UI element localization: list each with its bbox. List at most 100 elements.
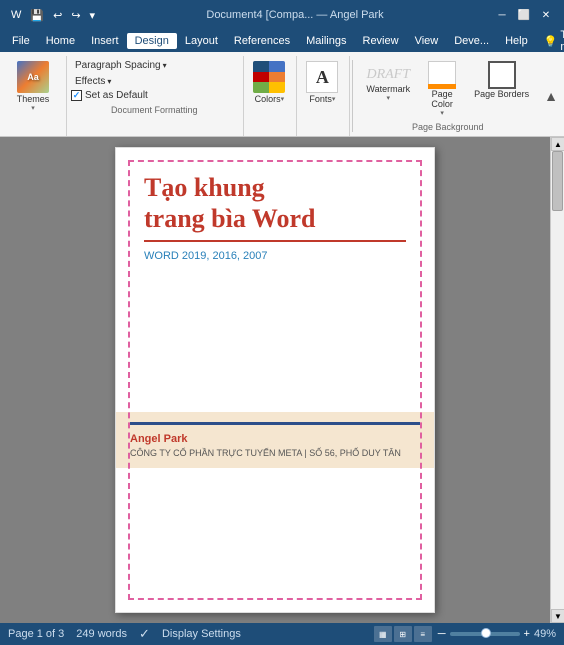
doc-formatting-group: Paragraph Spacing ▾ Effects ▾ ✓ Set as D… (67, 56, 244, 136)
layout-buttons: ▦ ⊞ ≡ (374, 626, 432, 642)
menu-mailings[interactable]: Mailings (298, 33, 354, 49)
doc-spacer (144, 312, 406, 392)
scroll-up-btn[interactable]: ▲ (551, 137, 564, 151)
paragraph-spacing-label: Paragraph Spacing ▾ (75, 60, 167, 71)
colors-arrow: ▾ (281, 95, 285, 103)
watermark-button[interactable]: DRAFT Watermark ▾ (359, 58, 417, 120)
doc-title: Tạo khung trang bìa Word (144, 172, 406, 234)
set-default-checkbox[interactable]: ✓ (71, 90, 82, 101)
save-btn[interactable]: 💾 (27, 7, 47, 24)
menu-help[interactable]: Help (497, 33, 536, 49)
menu-insert[interactable]: Insert (83, 33, 127, 49)
watermark-icon: DRAFT (366, 61, 410, 84)
fonts-group: A Fonts ▾ (297, 56, 350, 136)
page-borders-button[interactable]: Page Borders (467, 58, 536, 120)
effects-btn[interactable]: Effects ▾ (71, 74, 171, 89)
doc-title-line1: Tạo khung (144, 173, 265, 202)
word-logo: W (8, 7, 24, 23)
menu-tell-me[interactable]: 💡 Tell me (536, 27, 564, 55)
scroll-thumb[interactable] (552, 151, 563, 211)
page-color-label2: Color (431, 99, 453, 109)
fonts-button[interactable]: A Fonts ▾ (301, 58, 343, 107)
zoom-slider[interactable] (450, 632, 520, 636)
window-title: Document4 [Compa... — Angel Park (98, 9, 492, 21)
menu-developer[interactable]: Deve... (446, 33, 497, 49)
menu-layout[interactable]: Layout (177, 33, 226, 49)
footer-name: Angel Park (130, 433, 420, 445)
zoom-thumb[interactable] (481, 628, 491, 638)
restore-btn[interactable]: ⬜ (514, 5, 534, 25)
menu-home[interactable]: Home (38, 33, 83, 49)
menu-references[interactable]: References (226, 33, 298, 49)
content-area: Tạo khung trang bìa Word WORD 2019, 2016… (0, 137, 550, 623)
zoom-out-btn[interactable]: ─ (438, 628, 446, 640)
redo-btn[interactable]: ↪ (68, 7, 83, 24)
web-layout-btn[interactable]: ⊞ (394, 626, 412, 642)
word-count[interactable]: 249 words (76, 628, 127, 640)
document-page: Tạo khung trang bìa Word WORD 2019, 2016… (115, 147, 435, 613)
display-settings[interactable]: Display Settings (162, 628, 241, 640)
paragraph-spacing-text: Paragraph Spacing (75, 60, 161, 71)
spell-check-icon[interactable]: ✓ (139, 626, 150, 642)
print-layout-btn[interactable]: ▦ (374, 626, 392, 642)
status-left: Page 1 of 3 249 words ✓ Display Settings (8, 626, 241, 642)
watermark-label: Watermark (366, 84, 410, 94)
themes-button[interactable]: Aa Themes ▾ (8, 58, 58, 115)
menu-file[interactable]: File (4, 33, 38, 49)
doc-formatting-label: Document Formatting (71, 105, 237, 117)
page-borders-icon (488, 61, 516, 89)
menu-review[interactable]: Review (355, 33, 407, 49)
window-controls: ─ ⬜ ✕ (492, 5, 556, 25)
doc-content: Tạo khung trang bìa Word WORD 2019, 2016… (116, 148, 434, 412)
themes-arrow: ▾ (31, 104, 35, 112)
read-mode-btn[interactable]: ≡ (414, 626, 432, 642)
vertical-scrollbar: ▲ ▼ (550, 137, 564, 623)
ribbon-scroll-btn[interactable]: ▲ (542, 56, 560, 136)
doc-title-line2: trang bìa Word (144, 204, 315, 233)
scroll-down-btn[interactable]: ▼ (551, 609, 564, 623)
title-underline (144, 240, 406, 242)
fonts-arrow: ▾ (332, 95, 336, 103)
fonts-label-row: Fonts ▾ (309, 93, 335, 104)
watermark-arrow: ▾ (387, 94, 391, 102)
doc-subtitle: WORD 2019, 2016, 2007 (144, 250, 406, 262)
checkmark-icon: ✓ (73, 90, 81, 101)
status-bar: Page 1 of 3 249 words ✓ Display Settings… (0, 623, 564, 645)
quick-access-toolbar: W 💾 ↩ ↪ ▾ (8, 7, 98, 24)
page-borders-label: Page Borders (474, 89, 529, 99)
page-background-group: DRAFT Watermark ▾ Page Color ▾ (355, 56, 542, 136)
effects-label: Effects ▾ (75, 76, 111, 87)
colors-label-row: Colors ▾ (255, 93, 285, 104)
set-default-label: Set as Default (85, 90, 148, 101)
colors-icon (253, 61, 285, 93)
doc-format-options: Paragraph Spacing ▾ Effects ▾ ✓ Set as D… (71, 58, 171, 101)
menu-design[interactable]: Design (127, 33, 177, 49)
menu-view[interactable]: View (407, 33, 447, 49)
set-default-row: ✓ Set as Default (71, 90, 171, 101)
page-color-button[interactable]: Page Color ▾ (419, 58, 465, 120)
footer-line (130, 422, 420, 425)
colors-group: Colors ▾ (244, 56, 297, 136)
doc-footer: Angel Park CÔNG TY CỔ PHẦN TRỰC TUYẾN ME… (116, 412, 434, 468)
themes-label: Themes (17, 94, 50, 104)
fonts-icon: A (306, 61, 338, 93)
scroll-track[interactable] (551, 151, 564, 609)
main-area: Tạo khung trang bìa Word WORD 2019, 2016… (0, 137, 564, 623)
paragraph-spacing-btn[interactable]: Paragraph Spacing ▾ (71, 58, 171, 73)
customize-btn[interactable]: ▾ (87, 7, 99, 24)
page-color-label: Page (432, 89, 453, 99)
effects-arrow: ▾ (107, 77, 111, 86)
colors-button[interactable]: Colors ▾ (248, 58, 290, 107)
ribbon-separator (352, 60, 353, 132)
ribbon: Aa Themes ▾ Paragraph Spacing ▾ Effects (0, 52, 564, 137)
title-bar-left: W 💾 ↩ ↪ ▾ (8, 7, 98, 24)
zoom-in-btn[interactable]: + (524, 628, 530, 640)
page-info[interactable]: Page 1 of 3 (8, 628, 64, 640)
themes-group: Aa Themes ▾ (4, 56, 67, 136)
page-bg-buttons: DRAFT Watermark ▾ Page Color ▾ (359, 58, 536, 120)
undo-btn[interactable]: ↩ (50, 7, 65, 24)
close-btn[interactable]: ✕ (536, 5, 556, 25)
minimize-btn[interactable]: ─ (492, 5, 512, 25)
footer-address: CÔNG TY CỔ PHẦN TRỰC TUYẾN META | SỐ 56,… (130, 448, 420, 458)
zoom-percent[interactable]: 49% (534, 628, 556, 640)
